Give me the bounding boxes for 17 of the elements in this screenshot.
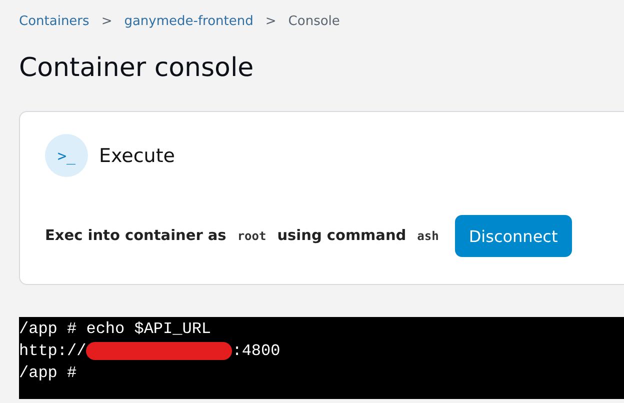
terminal-line: /app # echo $API_URL (19, 320, 212, 338)
terminal-line: :4800 (232, 342, 280, 360)
card-heading: Execute (99, 144, 175, 166)
breadcrumb-link[interactable]: ganymede-frontend (124, 14, 254, 28)
breadcrumb-separator: > (101, 14, 112, 28)
terminal-icon: >_ (45, 134, 88, 177)
description-text: using command (277, 228, 406, 244)
code-text: root (237, 229, 266, 243)
description-text: Exec into container as (45, 228, 226, 244)
terminal-line: /app # (19, 364, 77, 382)
breadcrumb-link[interactable]: Containers (19, 14, 90, 28)
page-title: Container console (19, 52, 255, 85)
breadcrumb-current: Console (288, 14, 340, 28)
disconnect-button[interactable]: Disconnect (454, 215, 572, 257)
code-text: ash (417, 229, 439, 243)
terminal-line: http:// (19, 342, 86, 360)
breadcrumb-separator: > (265, 14, 276, 28)
